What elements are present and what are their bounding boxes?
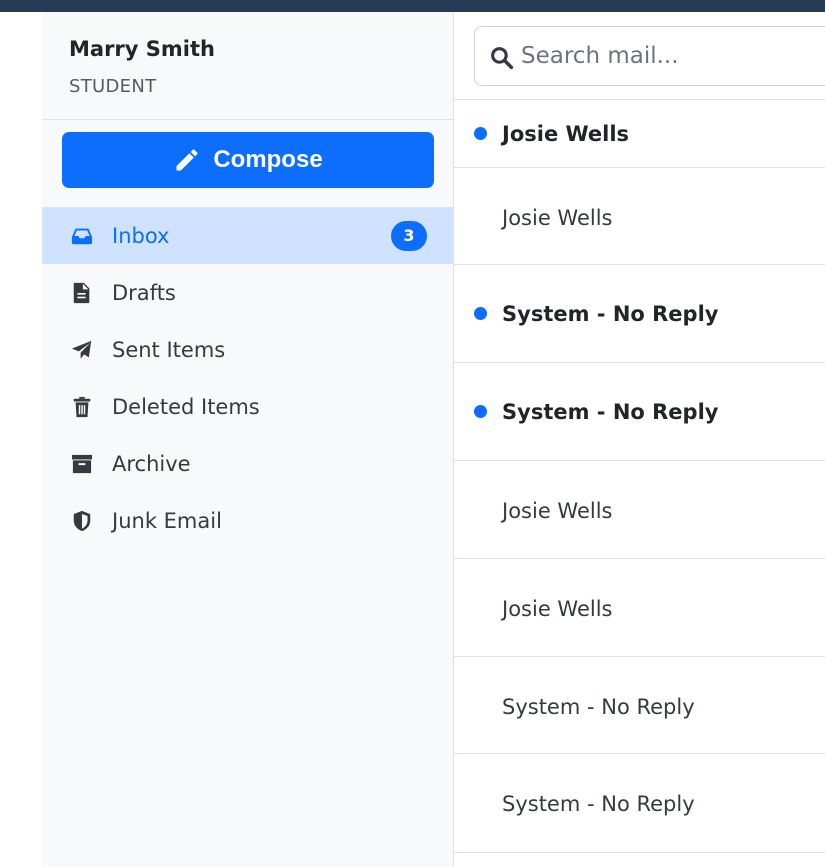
search-box[interactable] bbox=[474, 26, 825, 86]
nav-label: Archive bbox=[112, 451, 191, 476]
nav-item-sent-items[interactable]: Sent Items bbox=[42, 321, 454, 378]
search-input[interactable] bbox=[521, 35, 825, 77]
mail-pane: Josie Wells Josie Wells System - No Repl… bbox=[454, 12, 825, 867]
unread-count-badge: 3 bbox=[391, 220, 427, 251]
paper-plane-icon bbox=[71, 339, 93, 361]
search-icon bbox=[491, 47, 514, 70]
mail-sender: System - No Reply bbox=[502, 695, 695, 719]
compose-button[interactable]: Compose bbox=[62, 132, 434, 188]
trash-icon bbox=[71, 396, 93, 418]
folder-nav: Inbox 3 Drafts Sent Items Deleted Items bbox=[42, 207, 454, 549]
nav-label: Deleted Items bbox=[112, 394, 260, 419]
list-item[interactable]: Josie Wells bbox=[454, 168, 825, 265]
shield-icon bbox=[71, 510, 93, 532]
list-item[interactable]: System - No Reply bbox=[454, 657, 825, 754]
list-item[interactable]: System - No Reply bbox=[454, 265, 825, 363]
nav-item-archive[interactable]: Archive bbox=[42, 435, 454, 492]
mail-sender: System - No Reply bbox=[502, 302, 719, 326]
mail-sender: Josie Wells bbox=[502, 206, 613, 230]
list-item[interactable]: Josie Wells bbox=[454, 100, 825, 168]
archive-box-icon bbox=[71, 453, 93, 475]
top-bar bbox=[0, 0, 825, 12]
mail-sender: System - No Reply bbox=[502, 400, 719, 424]
mail-sender: System - No Reply bbox=[502, 792, 695, 816]
sidebar: Marry Smith STUDENT Compose Inbox 3 Draf… bbox=[42, 12, 454, 867]
mail-sender: Josie Wells bbox=[502, 499, 613, 523]
list-item[interactable]: Josie Wells bbox=[454, 461, 825, 559]
nav-item-deleted-items[interactable]: Deleted Items bbox=[42, 378, 454, 435]
list-item[interactable]: Josie Wells bbox=[454, 559, 825, 657]
file-icon bbox=[71, 282, 93, 304]
mail-sender: Josie Wells bbox=[502, 597, 613, 621]
nav-item-drafts[interactable]: Drafts bbox=[42, 264, 454, 321]
user-name: Marry Smith bbox=[69, 37, 215, 61]
unread-dot bbox=[474, 307, 487, 320]
nav-item-inbox[interactable]: Inbox 3 bbox=[42, 207, 454, 264]
nav-item-junk-email[interactable]: Junk Email bbox=[42, 492, 454, 549]
unread-dot bbox=[474, 405, 487, 418]
mail-sender: Josie Wells bbox=[502, 122, 630, 146]
nav-label: Inbox bbox=[112, 223, 170, 248]
nav-label: Drafts bbox=[112, 280, 176, 305]
unread-dot bbox=[474, 127, 487, 140]
list-item[interactable]: System - No Reply bbox=[454, 363, 825, 461]
pencil-icon bbox=[176, 149, 198, 171]
compose-label: Compose bbox=[213, 146, 323, 173]
user-info: Marry Smith STUDENT bbox=[42, 12, 454, 120]
search-bar bbox=[454, 12, 825, 100]
user-role: STUDENT bbox=[69, 76, 157, 97]
nav-label: Junk Email bbox=[112, 508, 222, 533]
list-item[interactable]: System - No Reply bbox=[454, 754, 825, 853]
inbox-icon bbox=[71, 225, 93, 247]
nav-label: Sent Items bbox=[112, 337, 226, 362]
